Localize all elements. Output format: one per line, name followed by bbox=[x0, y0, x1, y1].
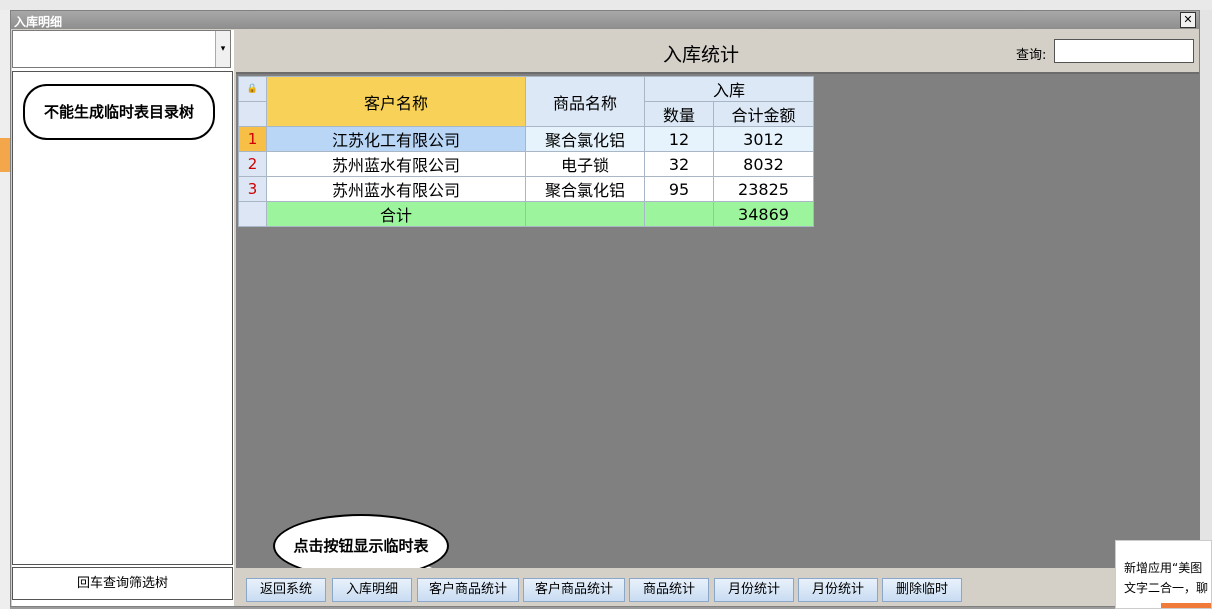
total-goods-cell bbox=[525, 201, 645, 227]
window-title: 入库明细 bbox=[14, 15, 63, 29]
notification-popup[interactable]: 新增应用“美图 文字二合一，聊 bbox=[1115, 540, 1212, 609]
column-header-amount[interactable]: 合计金额 bbox=[713, 101, 814, 127]
return-system-button[interactable]: 返回系统 bbox=[246, 578, 326, 602]
total-amount: 34869 bbox=[713, 201, 814, 227]
total-qty-cell bbox=[644, 201, 714, 227]
tree-note-callout: 不能生成临时表目录树 bbox=[23, 84, 215, 140]
query-input[interactable] bbox=[1054, 39, 1194, 63]
customer-cell[interactable]: 苏州蓝水有限公司 bbox=[266, 176, 526, 202]
right-panel: 入库统计 查询: 🔒 客户名称 商品名称 入库 数量 合计金额 1 江苏化工有限… bbox=[236, 30, 1199, 606]
notification-action-bar[interactable] bbox=[1161, 603, 1211, 608]
table-row[interactable]: 1 江苏化工有限公司 聚合氯化铝 12 3012 bbox=[238, 126, 814, 152]
customer-goods-stats-button-2[interactable]: 客户商品统计 bbox=[523, 578, 625, 602]
bottom-button-bar: 返回系统 入库明细 客户商品统计 客户商品统计 商品统计 月份统计 月份统计 删… bbox=[236, 568, 1199, 606]
goods-cell[interactable]: 聚合氯化铝 bbox=[525, 176, 645, 202]
background-app-right-edge bbox=[1200, 10, 1212, 609]
table-row[interactable]: 2 苏州蓝水有限公司 电子锁 32 8032 bbox=[238, 151, 814, 177]
close-icon[interactable]: ✕ bbox=[1180, 12, 1196, 28]
chevron-down-icon[interactable]: ▾ bbox=[215, 31, 230, 67]
tree-filter-combobox[interactable]: ▾ bbox=[12, 30, 231, 68]
row-number[interactable]: 2 bbox=[238, 151, 267, 177]
header-row-number-cell bbox=[238, 101, 267, 127]
amount-cell[interactable]: 8032 bbox=[713, 151, 814, 177]
stock-in-detail-button[interactable]: 入库明细 bbox=[332, 578, 412, 602]
delete-temp-button[interactable]: 删除临时 bbox=[882, 578, 962, 602]
window-titlebar[interactable]: 入库明细 ✕ bbox=[11, 11, 1199, 29]
goods-cell[interactable]: 电子锁 bbox=[525, 151, 645, 177]
report-header: 入库统计 查询: bbox=[236, 30, 1199, 74]
customer-goods-stats-button[interactable]: 客户商品统计 bbox=[417, 578, 519, 602]
qty-cell[interactable]: 32 bbox=[644, 151, 714, 177]
table-row[interactable]: 3 苏州蓝水有限公司 聚合氯化铝 95 23825 bbox=[238, 176, 814, 202]
goods-cell[interactable]: 聚合氯化铝 bbox=[525, 126, 645, 152]
notification-line1: 新增应用“美图 bbox=[1124, 561, 1203, 575]
lock-icon[interactable]: 🔒 bbox=[238, 76, 267, 102]
inventory-stats-table: 🔒 客户名称 商品名称 入库 数量 合计金额 1 江苏化工有限公司 聚合氯化铝 … bbox=[238, 76, 814, 227]
amount-cell[interactable]: 3012 bbox=[713, 126, 814, 152]
column-header-customer[interactable]: 客户名称 bbox=[266, 76, 526, 127]
column-group-header-stock-in: 入库 bbox=[644, 76, 814, 102]
customer-cell[interactable]: 苏州蓝水有限公司 bbox=[266, 151, 526, 177]
inventory-detail-window: 入库明细 ✕ ▾ 不能生成临时表目录树 回车查询筛选树 入库统计 查询: 🔒 客… bbox=[10, 10, 1200, 607]
query-label: 查询: bbox=[1016, 48, 1047, 63]
qty-cell[interactable]: 12 bbox=[644, 126, 714, 152]
amount-cell[interactable]: 23825 bbox=[713, 176, 814, 202]
customer-cell[interactable]: 江苏化工有限公司 bbox=[266, 126, 526, 152]
notification-line2: 文字二合一，聊 bbox=[1124, 581, 1209, 595]
left-panel: ▾ 不能生成临时表目录树 回车查询筛选树 bbox=[12, 30, 234, 606]
total-label: 合计 bbox=[266, 201, 526, 227]
directory-tree[interactable]: 不能生成临时表目录树 bbox=[12, 71, 233, 565]
monthly-stats-button[interactable]: 月份统计 bbox=[714, 578, 794, 602]
row-number[interactable]: 3 bbox=[238, 176, 267, 202]
total-row: 合计 34869 bbox=[238, 201, 814, 227]
qty-cell[interactable]: 95 bbox=[644, 176, 714, 202]
column-header-qty[interactable]: 数量 bbox=[644, 101, 714, 127]
goods-stats-button[interactable]: 商品统计 bbox=[629, 578, 709, 602]
row-number[interactable]: 1 bbox=[238, 126, 267, 152]
filter-tree-button[interactable]: 回车查询筛选树 bbox=[12, 567, 233, 600]
background-app-left-edge bbox=[0, 10, 10, 609]
background-orange-tab bbox=[0, 138, 10, 172]
row-number bbox=[238, 201, 267, 227]
column-header-goods[interactable]: 商品名称 bbox=[525, 76, 645, 127]
monthly-stats-button-2[interactable]: 月份统计 bbox=[798, 578, 878, 602]
